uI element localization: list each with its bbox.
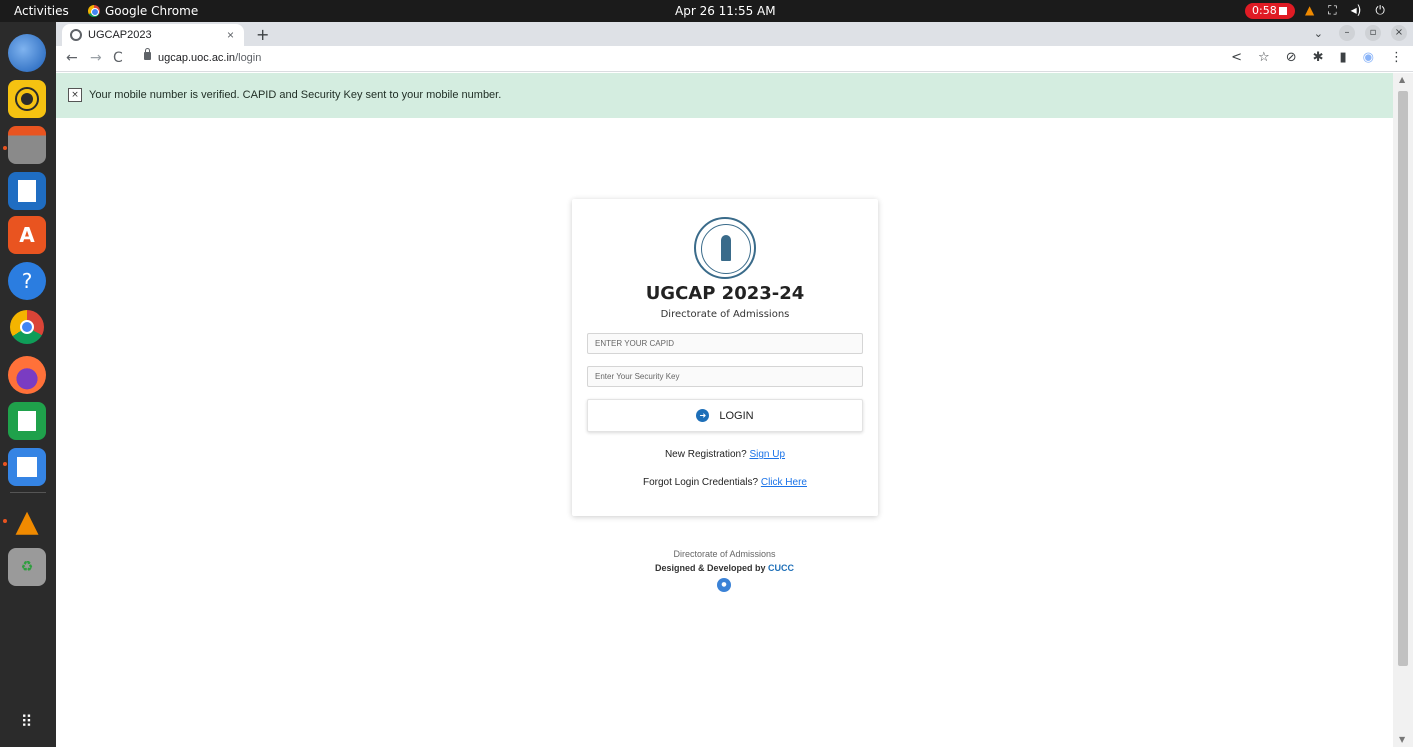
- reload-icon[interactable]: C: [113, 50, 123, 66]
- system-tray[interactable]: ▲ ⛶ ◂) ⏻: [1305, 3, 1385, 18]
- network-icon: ⛶: [1328, 3, 1337, 17]
- system-top-bar: Activities Google Chrome Apr 26 11:55 AM…: [0, 0, 1413, 22]
- tab-strip: UGCAP2023 × + ⌄ – ▫ ×: [56, 22, 1413, 46]
- screen-recording-indicator[interactable]: 0:58: [1245, 3, 1295, 19]
- close-window-button[interactable]: ×: [1391, 25, 1407, 41]
- clock[interactable]: Apr 26 11:55 AM: [675, 4, 776, 18]
- page-title: UGCAP 2023-24: [645, 283, 805, 304]
- registration-line: New Registration? Sign Up: [572, 449, 878, 460]
- forgot-credentials-text: Forgot Login Credentials?: [643, 477, 759, 488]
- close-alert-button[interactable]: ×: [68, 88, 82, 102]
- volume-icon: ◂): [1350, 3, 1362, 17]
- running-indicator: [3, 462, 7, 466]
- profile-icon[interactable]: ◉: [1363, 50, 1374, 65]
- login-card: UGCAP 2023-24 Directorate of Admissions …: [572, 199, 878, 516]
- click-here-link[interactable]: Click Here: [761, 477, 807, 488]
- forward-icon[interactable]: →: [90, 50, 102, 66]
- scroll-down-icon[interactable]: ▼: [1399, 735, 1405, 744]
- running-indicator: [3, 519, 7, 523]
- chrome-icon[interactable]: [10, 310, 44, 344]
- back-icon[interactable]: ←: [66, 50, 78, 66]
- footer-org: Directorate of Admissions: [673, 549, 776, 559]
- login-button-label: LOGIN: [719, 409, 754, 422]
- tab-search-icon[interactable]: ⌄: [1314, 27, 1323, 40]
- trash-icon[interactable]: ♻: [8, 548, 46, 586]
- app-menu[interactable]: Google Chrome: [88, 4, 198, 18]
- side-panel-icon[interactable]: ▮: [1340, 50, 1347, 65]
- maximize-button[interactable]: ▫: [1365, 25, 1381, 41]
- browser-window: UGCAP2023 × + ⌄ – ▫ × ← → C ugcap.uoc.ac…: [56, 22, 1413, 747]
- vlc-icon[interactable]: ▲: [8, 502, 46, 540]
- footer-credit: Designed & Developed by CUCC: [56, 563, 1393, 573]
- firefox-icon[interactable]: [8, 356, 46, 394]
- address-bar[interactable]: ugcap.uoc.ac.in/login: [136, 48, 1226, 69]
- dock-separator: [10, 492, 46, 493]
- page-viewport: × Your mobile number is verified. CAPID …: [56, 73, 1413, 747]
- footer-brand-link[interactable]: CUCC: [768, 563, 794, 573]
- power-icon[interactable]: ⏻: [1375, 3, 1385, 18]
- lock-icon[interactable]: [144, 48, 151, 60]
- url-text[interactable]: ugcap.uoc.ac.in/login: [158, 52, 261, 64]
- minimize-button[interactable]: –: [1339, 25, 1355, 41]
- calc-icon[interactable]: [8, 402, 46, 440]
- security-key-input[interactable]: [587, 366, 863, 387]
- new-registration-text: New Registration?: [664, 449, 747, 460]
- writer-icon[interactable]: [8, 172, 46, 210]
- show-apps-icon[interactable]: ⠿: [8, 702, 46, 740]
- login-arrow-icon: ➜: [696, 409, 710, 422]
- window-controls: ⌄ – ▫ ×: [1314, 25, 1407, 41]
- rhythmbox-icon[interactable]: [8, 80, 46, 118]
- success-alert: × Your mobile number is verified. CAPID …: [56, 73, 1393, 118]
- tab-ugcap[interactable]: UGCAP2023 ×: [62, 24, 244, 46]
- browser-toolbar: ← → C ugcap.uoc.ac.in/login < ☆ ⊘ ✱ ▮ ◉ …: [56, 46, 1413, 72]
- running-indicator: [3, 146, 7, 150]
- scrollbar-thumb[interactable]: [1398, 91, 1408, 666]
- vlc-tray-icon[interactable]: ▲: [1305, 3, 1314, 18]
- login-button[interactable]: ➜ LOGIN: [587, 399, 863, 432]
- page-subtitle: Directorate of Admissions: [660, 309, 790, 320]
- forgot-credentials-line: Forgot Login Credentials? Click Here: [572, 477, 878, 488]
- capid-input[interactable]: [587, 333, 863, 354]
- help-icon[interactable]: ?: [8, 262, 46, 300]
- files-icon[interactable]: [8, 126, 46, 164]
- activities-button[interactable]: Activities: [14, 4, 69, 18]
- puzzle-icon[interactable]: ✱: [1313, 50, 1324, 65]
- footer-badge-icon: ●: [717, 578, 731, 592]
- app-center-icon[interactable]: A: [8, 216, 46, 254]
- bookmark-star-icon[interactable]: ☆: [1258, 50, 1270, 65]
- toolbar-actions: < ☆ ⊘ ✱ ▮ ◉ ⋮: [1231, 50, 1403, 65]
- tab-title: UGCAP2023: [88, 29, 152, 41]
- share-icon[interactable]: <: [1231, 50, 1242, 65]
- app-menu-label: Google Chrome: [105, 4, 199, 18]
- menu-icon[interactable]: ⋮: [1390, 50, 1403, 65]
- sign-up-link[interactable]: Sign Up: [749, 449, 785, 460]
- chrome-icon: [88, 5, 100, 17]
- university-seal-logo: [694, 217, 756, 279]
- dock: A ? ▲ ♻ ⠿: [0, 22, 56, 747]
- alert-message: Your mobile number is verified. CAPID an…: [89, 89, 502, 101]
- new-tab-button[interactable]: +: [256, 25, 269, 44]
- extension-icon[interactable]: ⊘: [1286, 50, 1297, 65]
- page-scrollbar[interactable]: ▲ ▼: [1393, 73, 1413, 747]
- thunderbird-icon[interactable]: [8, 34, 46, 72]
- globe-icon: [70, 29, 82, 41]
- close-tab-icon[interactable]: ×: [227, 28, 234, 42]
- footer-credit-text: Designed & Developed by: [654, 563, 766, 573]
- scroll-up-icon[interactable]: ▲: [1399, 75, 1405, 84]
- text-editor-icon[interactable]: [8, 448, 46, 486]
